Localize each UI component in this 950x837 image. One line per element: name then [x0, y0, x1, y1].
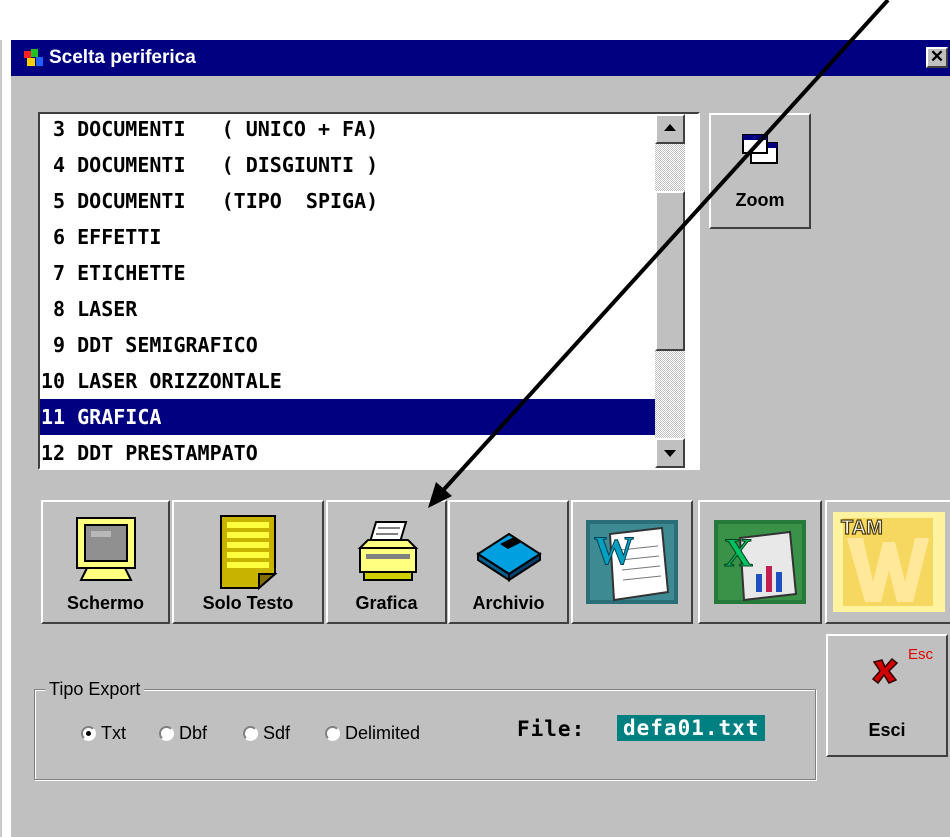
scroll-down-button[interactable]	[655, 438, 685, 468]
list-item-number: 3	[41, 117, 66, 141]
solo-testo-label: Solo Testo	[202, 593, 294, 613]
tipo-export-legend: Tipo Export	[45, 678, 145, 700]
list-item-number: 9	[41, 333, 66, 357]
arrow-down-icon	[664, 450, 676, 457]
list-item-text: GRAFICA	[77, 405, 162, 429]
close-button[interactable]: ✕	[926, 47, 948, 68]
windows-zoom-icon	[742, 134, 778, 164]
list-item-number: 8	[41, 297, 66, 321]
tam-wp-export-button[interactable]: TAM	[825, 500, 950, 624]
tipo-export-group: Tipo Export Txt Dbf Sdf Delimited File: …	[34, 678, 816, 780]
svg-text:W: W	[594, 528, 634, 573]
list-item-number: 5	[41, 189, 66, 213]
list-item-number: 12	[41, 441, 66, 465]
list-item-number: 4	[41, 153, 66, 177]
list-item-text: LASER	[77, 297, 138, 321]
device-list: 3 DOCUMENTI ( UNICO + FA) 4 DOCUMENTI ( …	[40, 114, 655, 468]
list-item[interactable]: 3 DOCUMENTI ( UNICO + FA)	[40, 114, 655, 147]
vertical-scrollbar[interactable]	[655, 114, 685, 468]
window-title: Scelta periferica	[49, 47, 196, 68]
list-item-text: DOCUMENTI (TIPO SPIGA)	[77, 189, 379, 213]
list-item-number: 10	[41, 369, 66, 393]
list-item-number: 6	[41, 225, 66, 249]
text-page-icon	[220, 515, 278, 590]
red-x-icon	[871, 657, 899, 685]
radio-sdf-label: Sdf	[263, 723, 291, 743]
list-item-number: 11	[41, 405, 66, 429]
title-bar[interactable]: Scelta periferica ✕	[11, 40, 950, 76]
background-divider-line	[0, 40, 2, 837]
word-export-button[interactable]: W	[571, 500, 693, 624]
list-item[interactable]: 5 DOCUMENTI (TIPO SPIGA)	[40, 183, 655, 219]
svg-text:X: X	[724, 530, 753, 575]
radio-dbf[interactable]: Dbf	[159, 723, 207, 744]
excel-icon: X	[714, 520, 806, 604]
list-item[interactable]: 7 ETICHETTE	[40, 255, 655, 291]
esci-button[interactable]: Esc Esci	[826, 634, 948, 757]
radio-delimited-label: Delimited	[345, 723, 421, 743]
grafica-button[interactable]: Grafica	[326, 500, 447, 624]
list-item[interactable]: 9 DDT SEMIGRAFICO	[40, 327, 655, 363]
zoom-button[interactable]: Zoom	[709, 113, 811, 229]
zoom-label: Zoom	[735, 190, 785, 210]
radio-sdf-circle[interactable]	[243, 726, 258, 741]
close-icon: ✕	[929, 47, 945, 66]
tam-wp-icon: TAM	[832, 512, 945, 612]
radio-delimited-circle[interactable]	[325, 726, 340, 741]
grafica-label: Grafica	[355, 593, 418, 613]
archivio-button[interactable]: Archivio	[448, 500, 569, 624]
radio-txt-label: Txt	[101, 723, 126, 743]
arrow-up-icon	[664, 124, 676, 131]
list-item-text: DOCUMENTI ( DISGIUNTI )	[77, 153, 379, 177]
list-item[interactable]: 12 DDT PRESTAMPATO	[40, 435, 655, 468]
schermo-button[interactable]: Schermo	[41, 500, 170, 624]
printer-icon	[357, 521, 418, 581]
list-item-text: ETICHETTE	[77, 261, 186, 285]
list-item-text: DDT PRESTAMPATO	[77, 441, 258, 465]
radio-dbf-circle[interactable]	[159, 726, 174, 741]
radio-delimited[interactable]: Delimited	[325, 723, 420, 744]
monitor-icon	[75, 517, 136, 581]
list-item[interactable]: 6 EFFETTI	[40, 219, 655, 255]
excel-export-button[interactable]: X	[698, 500, 822, 624]
app-icon	[24, 49, 43, 66]
radio-txt-circle[interactable]	[81, 726, 96, 741]
device-listbox[interactable]: 3 DOCUMENTI ( UNICO + FA) 4 DOCUMENTI ( …	[38, 112, 700, 470]
solo-testo-button[interactable]: Solo Testo	[172, 500, 324, 624]
scroll-thumb[interactable]	[655, 191, 685, 351]
svg-text:TAM: TAM	[841, 517, 883, 539]
radio-txt[interactable]: Txt	[81, 723, 126, 744]
word-icon: W	[586, 520, 678, 604]
esc-shortcut-label: Esc	[908, 646, 934, 663]
list-item-number: 7	[41, 261, 66, 285]
list-item[interactable]: 11 GRAFICA	[40, 399, 655, 435]
schermo-label: Schermo	[66, 593, 145, 613]
list-item[interactable]: 10 LASER ORIZZONTALE	[40, 363, 655, 399]
esci-label: Esci	[868, 720, 906, 740]
list-item-text: DOCUMENTI ( UNICO + FA)	[77, 117, 379, 141]
list-item-text: DDT SEMIGRAFICO	[77, 333, 258, 357]
list-item-text: LASER ORIZZONTALE	[77, 369, 282, 393]
scelta-periferica-dialog: Scelta periferica ✕ 3 DOCUMENTI ( UNICO …	[9, 38, 950, 837]
radio-sdf[interactable]: Sdf	[243, 723, 290, 744]
archivio-label: Archivio	[472, 593, 545, 613]
list-item[interactable]: 4 DOCUMENTI ( DISGIUNTI )	[40, 147, 655, 183]
radio-dbf-label: Dbf	[179, 723, 208, 743]
scroll-up-button[interactable]	[655, 114, 685, 144]
list-item[interactable]: 8 LASER	[40, 291, 655, 327]
file-label: File:	[517, 717, 586, 741]
file-name-field[interactable]: defa01.txt	[617, 715, 766, 741]
floppy-disk-icon	[475, 532, 542, 582]
list-item-text: EFFETTI	[77, 225, 162, 249]
